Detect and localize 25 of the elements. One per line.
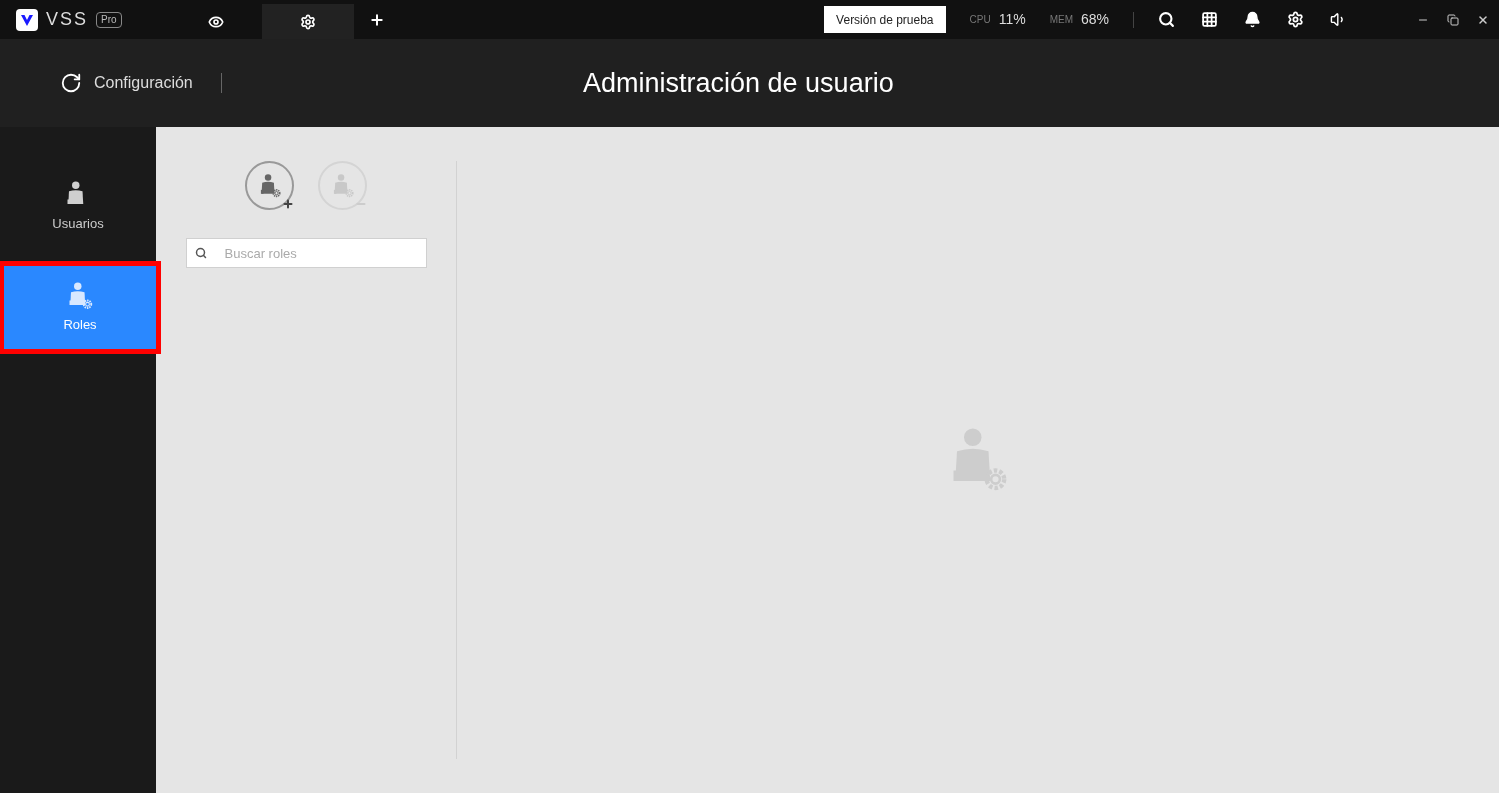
- stat-label: CPU: [969, 13, 991, 27]
- add-role-button[interactable]: [245, 161, 294, 210]
- search-icon: [194, 247, 207, 259]
- plus-icon: [282, 198, 294, 210]
- bell-icon[interactable]: [1244, 11, 1261, 28]
- search-icon[interactable]: [1158, 11, 1175, 28]
- settings-refresh-icon: [60, 72, 82, 94]
- tab[interactable]: [262, 4, 354, 39]
- trial-button[interactable]: Versión de prueba: [824, 6, 946, 33]
- settings-icon: [300, 13, 316, 30]
- close-icon[interactable]: [1477, 13, 1489, 26]
- restore-icon[interactable]: [1447, 13, 1459, 26]
- stat-label: MEM: [1049, 13, 1073, 27]
- plus-icon: [369, 11, 385, 28]
- stat-value: 68%: [1080, 10, 1109, 29]
- stat-value: 11%: [998, 10, 1026, 29]
- logo-icon: [16, 8, 38, 31]
- sidebar-item[interactable]: Usuarios: [0, 163, 156, 250]
- settings-icon[interactable]: [1287, 11, 1304, 28]
- edition-label: Pro: [96, 11, 122, 28]
- section-label: Configuración: [94, 73, 193, 93]
- search-field[interactable]: Buscar roles: [185, 238, 427, 268]
- grid-icon[interactable]: [1201, 11, 1218, 28]
- app-name: VSS: [46, 8, 89, 31]
- page-title: Administración de usuario: [583, 66, 894, 100]
